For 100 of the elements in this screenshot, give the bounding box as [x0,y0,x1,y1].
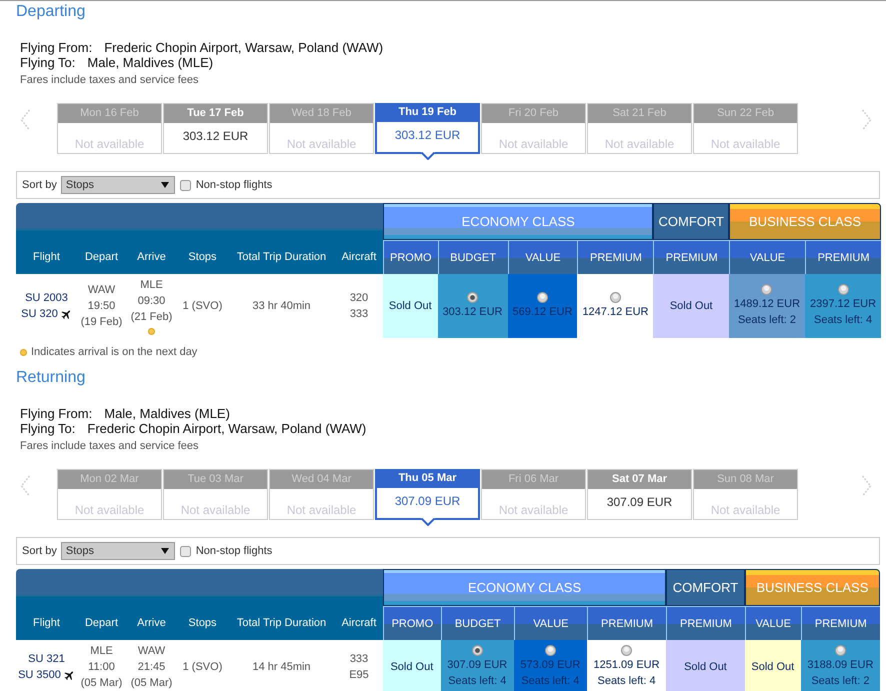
plane-icon [60,308,72,320]
caret-icon [160,548,169,554]
chevron-right-icon[interactable] [861,475,872,497]
chevron-left-icon[interactable] [20,475,31,497]
fare-type-header: VALUE [728,240,806,274]
sort-select[interactable]: Stops [60,176,175,194]
column-header: Flight [32,616,61,631]
radio-button[interactable] [621,645,632,656]
pointer-icon [420,152,434,160]
airport-code: MLE [90,644,113,659]
class-header: BUSINESS CLASS [744,569,880,606]
fare-type-header: VALUE [508,240,578,274]
route-label: Flying From: [20,406,92,421]
route-value: Male, Maldives (MLE) [104,406,230,421]
time-text: 09:30 [138,294,166,309]
fare-price: 2397.12 EUR [810,297,876,312]
stops-text: 1 (SVO) [182,299,222,314]
airport-code: MLE [140,278,163,293]
class-header: BUSINESS CLASS [728,203,882,240]
seats-left: Seats left: 4 [448,674,506,689]
date-option[interactable]: Sat 07 Mar 307.09 EUR [587,469,692,520]
fare-price: 573.09 EUR [520,658,580,673]
fare-cell: Sold Out [383,274,438,338]
fare-type-header: VALUE [744,606,801,640]
checkbox[interactable] [180,546,191,556]
column-header: Depart [84,250,120,265]
fare-type-header: PREMIUM [577,240,654,274]
section-heading: Departing [16,3,86,21]
duration-text: 14 hr 45min [252,660,311,675]
airport-code: WAW [88,283,116,298]
caret-icon [160,182,169,188]
column-header: Flight [32,250,61,265]
next-day-dot-icon [20,348,27,356]
column-header: Stops [187,616,218,631]
route-label: Flying To: [20,55,76,70]
sort-label: Sort by [22,179,57,191]
seats-left: Seats left: 4 [597,674,656,689]
time-text: 11:00 [88,660,115,675]
fare-price: 569.12 EUR [512,305,572,320]
route-value: Male, Maldives (MLE) [87,55,214,70]
fares-note: Fares include taxes and service fees [20,439,199,453]
fare-type-header: PROMO [383,240,438,274]
radio-button[interactable] [610,292,621,303]
fare-cell: Sold Out [744,640,801,691]
date-option[interactable]: Thu 05 Mar 307.09 EUR [375,469,480,520]
column-header: Stops [187,250,218,265]
chevron-left-icon[interactable] [20,109,31,131]
radio-button[interactable] [834,645,846,656]
column-header: Total Trip Duration [236,616,328,631]
airport-code: WAW [138,644,166,659]
radio-button[interactable] [544,645,556,656]
fare-type-header: PROMO [383,606,441,640]
fare-cell: Sold Out [653,274,729,338]
fare-price: 303.12 EUR [442,305,502,320]
class-header: ECONOMY CLASS [383,203,654,240]
section-heading: Returning [16,369,86,387]
aircraft-code: 333 [350,652,368,667]
fare-type-header: BUDGET [438,240,508,274]
fare-price: 1251.09 EUR [594,658,660,673]
class-header: COMFORT [653,203,729,240]
fare-price: 307.09 EUR [447,658,508,673]
sort-select[interactable]: Stops [60,542,175,560]
radio-button[interactable] [761,284,772,295]
route-value: Frederic Chopin Airport, Warsaw, Poland (WAW) [104,40,384,55]
fare-type-header: VALUE [514,606,587,640]
radio-button[interactable] [467,292,478,303]
fare-cell: Sold Out [666,640,745,691]
fare-type-header: PREMIUM [653,240,729,274]
fare-type-header: PREMIUM [800,606,880,640]
checkbox[interactable] [180,180,191,190]
class-header: ECONOMY CLASS [383,569,666,606]
route-value: Frederic Chopin Airport, Warsaw, Poland (WAW) [87,421,366,436]
stops-text: 1 (SVO) [182,660,222,675]
date-text: (05 Mar) [130,676,172,691]
radio-button[interactable] [838,284,849,295]
date-text: (19 Feb) [80,315,122,330]
seats-left: Seats left: 4 [521,674,580,689]
radio-button[interactable] [536,292,548,303]
column-header: Total Trip Duration [236,250,328,265]
column-header: Arrive [136,250,167,265]
column-header: Aircraft [340,616,378,631]
flight-number: SU 321 [28,652,65,667]
checkbox-label: Non-stop flights [196,545,272,557]
flight-number: SU 320 [21,307,58,322]
date-text: (21 Feb) [130,310,172,325]
flight-number: SU 2003 [25,291,68,306]
fare-type-header: PREMIUM [805,240,882,274]
chevron-right-icon[interactable] [861,109,872,131]
date-option[interactable]: Tue 17 Feb 303.12 EUR [163,103,268,154]
seats-left: Seats left: 2 [738,313,796,328]
radio-button[interactable] [472,645,483,656]
aircraft-code: 333 [350,307,368,322]
time-text: 21:45 [138,660,166,675]
duration-text: 33 hr 40min [252,299,311,314]
checkbox-label: Non-stop flights [196,179,272,191]
date-option[interactable]: Thu 19 Feb 303.12 EUR [375,103,480,154]
fare-type-header: PREMIUM [586,606,666,640]
fare-price: 1247.12 EUR [582,305,648,320]
seats-left: Seats left: 2 [811,674,870,689]
aircraft-code: E95 [349,668,369,683]
